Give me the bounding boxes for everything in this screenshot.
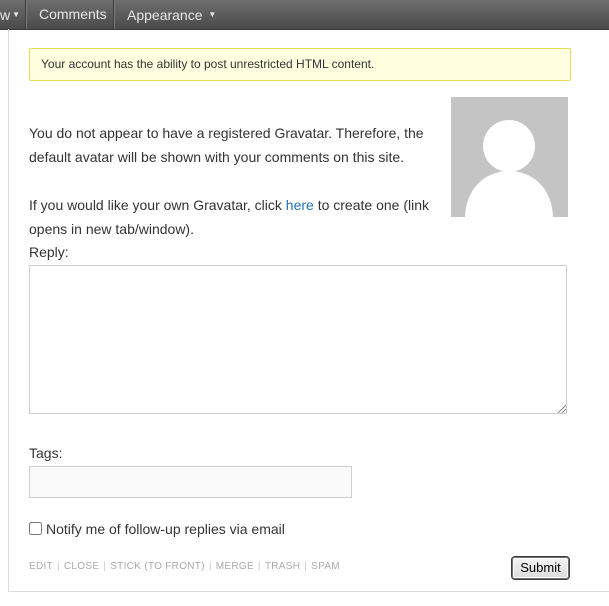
stick-link[interactable]: STICK [110,561,141,572]
gravatar-signup-paragraph: If you would like your own Gravatar, cli… [29,193,449,241]
notice-text: Your account has the ability to post unr… [41,57,375,71]
gravatar-info: You do not appear to have a registered G… [29,121,449,241]
submit-button[interactable]: Submit [512,557,569,579]
menu-item-truncated-label: w [0,7,11,23]
chevron-down-icon: ▼ [12,10,21,19]
avatar [451,97,568,217]
tags-label: Tags: [29,445,63,461]
divider: | [56,561,60,572]
spam-link[interactable]: SPAM [311,561,340,572]
close-link[interactable]: CLOSE [64,561,99,572]
merge-link[interactable]: MERGE [216,561,254,572]
menu-item-comments-label: Comments [39,6,107,22]
edit-link[interactable]: EDIT [29,561,53,572]
gravatar-info-paragraph: You do not appear to have a registered G… [29,125,424,165]
divider: | [208,561,212,572]
tags-input[interactable] [29,466,352,498]
menu-item-appearance[interactable]: Appearance ▼ [114,0,216,29]
trash-link[interactable]: TRASH [265,561,300,572]
divider: | [304,561,308,572]
menu-item-appearance-label: Appearance [127,7,203,23]
stick-to-front-link[interactable]: (TO FRONT) [144,561,205,572]
resize-grip-icon[interactable] [556,403,566,413]
menu-item-truncated[interactable]: w ▼ [0,0,26,29]
chevron-down-icon: ▼ [208,10,217,19]
divider: | [257,561,261,572]
reply-label: Reply: [29,244,69,260]
gravatar-signup-prefix: If you would like your own Gravatar, cli… [29,197,286,213]
notify-checkbox[interactable] [29,522,42,535]
default-avatar-silhouette-icon [451,97,568,217]
notify-label[interactable]: Notify me of follow-up replies via email [46,521,285,537]
moderation-actions: EDIT | CLOSE | STICK (TO FRONT) | MERGE | TRASH |… [29,561,340,572]
admin-toolbar: w ▼ Comments Appearance ▼ [0,0,609,30]
menu-item-comments[interactable]: Comments [26,0,114,29]
html-permission-notice: Your account has the ability to post unr… [29,48,571,81]
reply-textarea[interactable] [29,265,567,414]
gravatar-signup-link[interactable]: here [286,197,314,213]
divider: | [103,561,107,572]
